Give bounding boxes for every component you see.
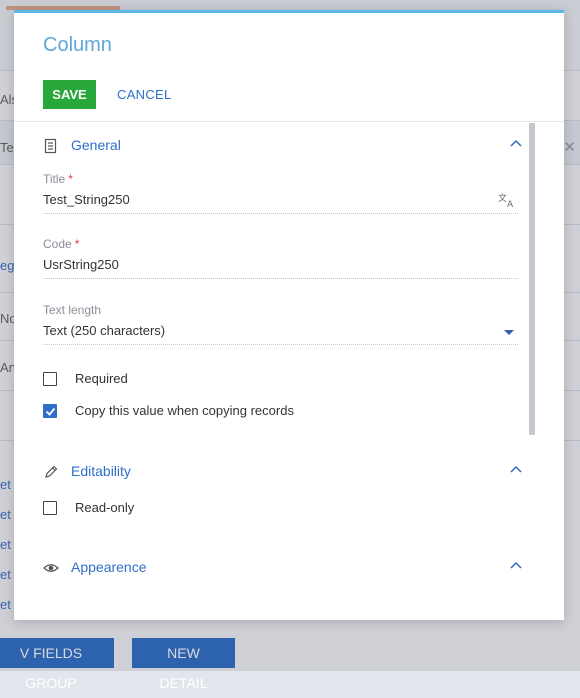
- modal-title: Column: [43, 34, 112, 56]
- section-general-header[interactable]: General: [43, 135, 523, 157]
- section-appearance-header[interactable]: Appearence: [43, 557, 523, 579]
- section-general-title: General: [71, 137, 121, 153]
- read-only-checkbox[interactable]: [43, 501, 57, 515]
- checkmark-icon: [45, 407, 56, 416]
- code-input-value: UsrString250: [43, 257, 119, 272]
- copy-value-checkbox-label: Copy this value when copying records: [75, 403, 294, 418]
- title-label-text: Title: [43, 172, 66, 186]
- text-length-field: Text length Text (250 characters): [43, 303, 518, 345]
- chevron-up-icon[interactable]: [509, 559, 523, 573]
- copy-value-checkbox[interactable]: [43, 404, 57, 418]
- svg-text:A: A: [507, 200, 514, 208]
- title-input[interactable]: Test_String250 文 A: [43, 191, 518, 214]
- modal-top-accent: [14, 10, 564, 13]
- modal-header-divider: [14, 121, 564, 122]
- section-editability-title: Editability: [71, 463, 131, 479]
- dropdown-arrow-icon[interactable]: [504, 330, 514, 335]
- title-field-label: Title *: [43, 172, 518, 186]
- document-icon: [44, 138, 57, 154]
- scrollbar[interactable]: [529, 123, 535, 435]
- column-modal: Column SAVE CANCEL General Title * Test_S…: [14, 10, 564, 620]
- required-checkbox-label: Required: [75, 371, 128, 386]
- read-only-checkbox-label: Read-only: [75, 500, 135, 515]
- save-button[interactable]: SAVE: [43, 80, 96, 109]
- translate-icon[interactable]: 文 A: [498, 192, 516, 208]
- required-checkbox[interactable]: [43, 372, 57, 386]
- chevron-up-icon[interactable]: [509, 137, 523, 151]
- title-field: Title * Test_String250 文 A: [43, 172, 518, 214]
- section-appearance-title: Appearence: [71, 559, 147, 575]
- svg-text:文: 文: [498, 192, 507, 204]
- required-marker: *: [68, 172, 73, 186]
- required-marker: *: [74, 237, 80, 251]
- section-editability-header[interactable]: Editability: [43, 461, 523, 483]
- code-field-label: Code *: [43, 237, 518, 251]
- chevron-up-icon[interactable]: [509, 463, 523, 477]
- title-input-value: Test_String250: [43, 192, 130, 207]
- eye-icon: [43, 564, 59, 572]
- code-label-text: Code: [43, 237, 72, 251]
- cancel-button[interactable]: CANCEL: [117, 80, 172, 109]
- text-length-label: Text length: [43, 303, 102, 317]
- text-length-select[interactable]: Text (250 characters): [43, 322, 518, 345]
- code-field: Code * UsrString250: [43, 237, 518, 279]
- pencil-icon: [45, 465, 58, 478]
- text-length-value: Text (250 characters): [43, 323, 166, 338]
- code-input[interactable]: UsrString250: [43, 256, 518, 279]
